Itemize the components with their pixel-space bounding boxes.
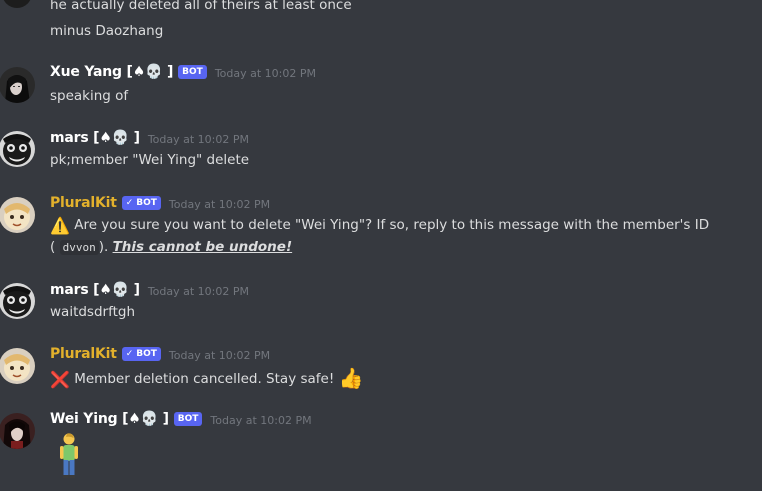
thumbs-up-icon: 👍: [338, 366, 364, 390]
message-header: Xue Yang [♠💀 ] BOT Today at 10:02 PM: [50, 64, 316, 80]
avatar[interactable]: [0, 413, 35, 449]
message-header: mars [♠💀 ] Today at 10:02 PM: [50, 282, 249, 298]
message-text: pk;member "Wei Ying" delete: [50, 152, 250, 168]
cross-mark-icon: ❌: [50, 370, 70, 389]
check-icon: ✓: [125, 198, 134, 208]
message-text: ❌ Member deletion cancelled. Stay safe! …: [50, 368, 363, 390]
username[interactable]: PluralKit: [50, 195, 117, 211]
message-header: mars [♠💀 ] Today at 10:02 PM: [50, 130, 249, 146]
message-body: [54, 433, 84, 485]
paren-close: ).: [98, 239, 109, 255]
warning-emphasis: This cannot be undone!: [112, 239, 293, 255]
timestamp[interactable]: Today at 10:02 PM: [169, 349, 270, 362]
bot-tag: BOT: [178, 65, 207, 79]
avatar[interactable]: [0, 197, 35, 233]
check-icon: ✓: [125, 349, 134, 359]
message-text: waitdsdrftgh: [50, 304, 136, 320]
message-text: he actually deleted all of theirs at lea…: [50, 0, 352, 13]
timestamp[interactable]: Today at 10:02 PM: [215, 67, 316, 80]
message-text: speaking of: [50, 88, 129, 104]
bot-tag-label: BOT: [182, 67, 203, 77]
message-text: ( dvvon). This cannot be undone!: [50, 237, 292, 258]
person-standing-icon: [60, 433, 78, 478]
bot-tag: BOT: [173, 412, 203, 426]
message-header: PluralKit ✓ BOT Today at 10:02 PM: [50, 346, 270, 362]
message-text-line: Are you sure you want to delete "Wei Yin…: [74, 217, 710, 233]
bot-tag-label: BOT: [136, 198, 157, 208]
username[interactable]: Xue Yang [♠💀 ]: [50, 64, 173, 80]
chat-messages: he actually deleted all of theirs at lea…: [0, 0, 762, 491]
timestamp[interactable]: Today at 10:02 PM: [148, 285, 249, 298]
avatar[interactable]: [0, 283, 35, 319]
bot-tag-label: BOT: [136, 349, 157, 359]
avatar[interactable]: [0, 67, 35, 103]
timestamp[interactable]: Today at 10:02 PM: [148, 133, 249, 146]
message-text-line: Member deletion cancelled. Stay safe!: [74, 371, 335, 387]
avatar[interactable]: [0, 131, 35, 167]
paren-open: (: [50, 239, 56, 255]
warning-icon: ⚠️: [50, 216, 70, 235]
username[interactable]: Wei Ying [♠💀 ]: [50, 411, 169, 427]
message-header: Wei Ying [♠💀 ] BOT Today at 10:02 PM: [50, 411, 312, 427]
username[interactable]: mars [♠💀 ]: [50, 282, 140, 298]
bot-tag: ✓ BOT: [121, 347, 161, 361]
username[interactable]: PluralKit: [50, 346, 117, 362]
bot-tag-label: BOT: [177, 414, 199, 424]
timestamp[interactable]: Today at 10:02 PM: [210, 414, 311, 427]
message-text: ⚠️ Are you sure you want to delete "Wei …: [50, 215, 709, 236]
timestamp[interactable]: Today at 10:02 PM: [169, 198, 270, 211]
message-header: PluralKit ✓ BOT Today at 10:02 PM: [50, 195, 270, 211]
bot-tag: ✓ BOT: [121, 196, 161, 210]
message-text: minus Daozhang: [50, 23, 164, 39]
avatar[interactable]: [2, 0, 32, 8]
username[interactable]: mars [♠💀 ]: [50, 130, 140, 146]
avatar[interactable]: [0, 348, 35, 384]
member-id-code: dvvon: [59, 240, 99, 255]
